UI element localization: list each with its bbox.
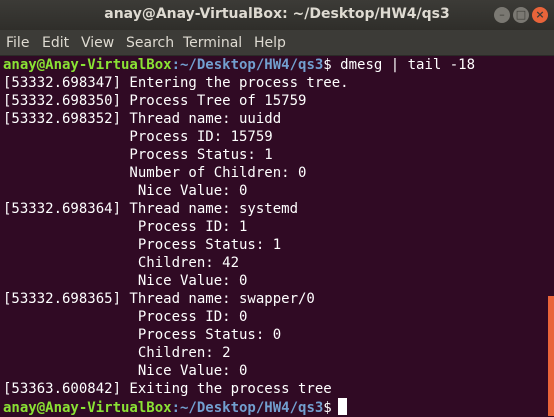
minimize-icon[interactable]: – bbox=[494, 7, 510, 23]
prompt-user: anay@Anay-VirtualBox bbox=[3, 400, 172, 416]
output-line: [53332.698350] Process Tree of 15759 bbox=[3, 93, 307, 109]
prompt-path: :~/Desktop/HW4/qs3 bbox=[171, 57, 324, 73]
menu-help[interactable]: Help bbox=[254, 35, 286, 51]
output-line: Process Status: 1 bbox=[3, 147, 273, 163]
command-line: anay@Anay-VirtualBox:~/Desktop/HW4/qs3$ … bbox=[3, 56, 475, 74]
output-line: Process ID: 15759 bbox=[3, 129, 273, 145]
prompt-path: :~/Desktop/HW4/qs3 bbox=[171, 400, 324, 416]
output-line: Process Status: 0 bbox=[3, 327, 282, 343]
maximize-icon[interactable]: □ bbox=[513, 7, 529, 23]
menu-view[interactable]: View bbox=[81, 35, 114, 51]
terminal-window: anay@Anay-VirtualBox: ~/Desktop/HW4/qs3 … bbox=[0, 0, 554, 416]
output-line: Process Status: 1 bbox=[3, 237, 282, 253]
output-line: Process ID: 1 bbox=[3, 219, 248, 235]
menu-edit[interactable]: Edit bbox=[42, 35, 69, 51]
menu-file[interactable]: File bbox=[6, 35, 29, 51]
output-line: [53332.698364] Thread name: systemd bbox=[3, 201, 299, 217]
close-icon[interactable]: × bbox=[532, 7, 548, 23]
text-cursor bbox=[337, 398, 347, 415]
terminal-area[interactable]: anay@Anay-VirtualBox:~/Desktop/HW4/qs3$ … bbox=[0, 56, 548, 416]
command-text: dmesg | tail -18 bbox=[331, 57, 476, 73]
final-prompt-line: anay@Anay-VirtualBox:~/Desktop/HW4/qs3$ bbox=[3, 398, 347, 416]
output-line: [53332.698347] Entering the process tree… bbox=[3, 75, 349, 91]
output-line: [53332.698365] Thread name: swapper/0 bbox=[3, 291, 315, 307]
output-line: [53363.600842] Exiting the process tree bbox=[3, 381, 332, 397]
prompt-symbol: $ bbox=[323, 400, 332, 416]
output-line: Children: 42 bbox=[3, 255, 240, 271]
output-line: Nice Value: 0 bbox=[3, 363, 248, 379]
output-line: Children: 2 bbox=[3, 345, 231, 361]
window-title: anay@Anay-VirtualBox: ~/Desktop/HW4/qs3 bbox=[104, 6, 450, 22]
prompt-user: anay@Anay-VirtualBox bbox=[3, 57, 172, 73]
scrollbar-thumb[interactable] bbox=[548, 296, 554, 416]
prompt-symbol: $ bbox=[323, 57, 332, 73]
output-line: [53332.698352] Thread name: uuidd bbox=[3, 111, 282, 127]
menu-terminal[interactable]: Terminal bbox=[183, 35, 242, 51]
title-bar[interactable]: anay@Anay-VirtualBox: ~/Desktop/HW4/qs3 … bbox=[0, 0, 554, 30]
output-line: Number of Children: 0 bbox=[3, 165, 307, 181]
menu-search[interactable]: Search bbox=[126, 35, 174, 51]
output-line: Nice Value: 0 bbox=[3, 273, 248, 289]
output-line: Nice Value: 0 bbox=[3, 183, 248, 199]
output-line: Process ID: 0 bbox=[3, 309, 248, 325]
menu-bar: File Edit View Search Terminal Help bbox=[0, 30, 554, 56]
